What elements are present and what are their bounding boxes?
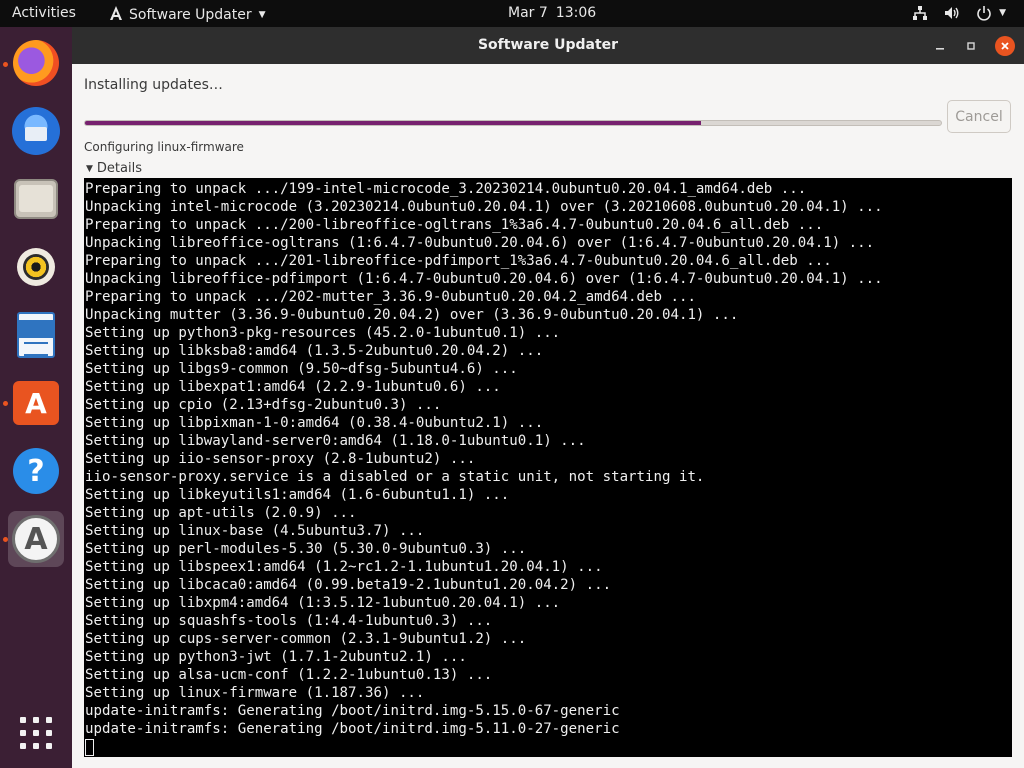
dock-item-help[interactable]: ?	[8, 443, 64, 499]
software-updater-icon: A	[12, 515, 60, 563]
libreoffice-writer-icon	[17, 312, 55, 358]
terminal-line: Setting up perl-modules-5.30 (5.30.0-9ub…	[85, 541, 527, 557]
app-menu-label: Software Updater	[129, 6, 252, 23]
files-icon	[14, 179, 58, 219]
clock-time: 13:06	[555, 5, 597, 21]
terminal-line: Preparing to unpack .../202-mutter_3.36.…	[85, 289, 696, 305]
chevron-down-icon: ▼	[999, 8, 1006, 18]
triangle-down-icon: ▼	[86, 163, 93, 174]
terminal-line: Setting up libkeyutils1:amd64 (1.6-6ubun…	[85, 487, 510, 503]
maximize-icon	[967, 42, 975, 50]
close-icon	[1001, 42, 1009, 50]
dock-item-software-updater[interactable]: A	[8, 511, 64, 567]
terminal-line: Setting up cpio (2.13+dfsg-2ubuntu0.3) .…	[85, 397, 442, 413]
terminal-line: Preparing to unpack .../199-intel-microc…	[85, 181, 807, 197]
dock-item-rhythmbox[interactable]	[8, 239, 64, 295]
dock: A ? A	[0, 27, 72, 768]
app-menu[interactable]: Software Updater ▼	[108, 5, 266, 24]
terminal-line: Setting up alsa-ucm-conf (1.2.2-1ubuntu0…	[85, 667, 493, 683]
clock-date: Mar 7	[508, 5, 548, 21]
system-tray[interactable]: ▼	[911, 4, 1006, 22]
terminal-line: Preparing to unpack .../200-libreoffice-…	[85, 217, 824, 233]
close-button[interactable]	[995, 36, 1015, 56]
chevron-down-icon: ▼	[258, 9, 266, 20]
dock-item-thunderbird[interactable]	[8, 103, 64, 159]
details-expander[interactable]: ▼ Details	[86, 161, 142, 176]
ubuntu-software-icon: A	[13, 381, 59, 425]
terminal-line: Setting up cups-server-common (2.3.1-9ub…	[85, 631, 527, 647]
cancel-button[interactable]: Cancel	[947, 100, 1011, 133]
terminal-line: Setting up libexpat1:amd64 (2.2.9-1ubunt…	[85, 379, 501, 395]
top-bar: Activities Software Updater ▼ Mar 7 13:06…	[0, 0, 1024, 27]
current-action: Configuring linux-firmware	[84, 140, 244, 154]
terminal-line: Preparing to unpack .../201-libreoffice-…	[85, 253, 832, 269]
software-updater-icon	[108, 5, 124, 24]
volume-icon[interactable]	[943, 4, 961, 22]
minimize-icon	[936, 48, 944, 50]
dock-item-writer[interactable]	[8, 307, 64, 363]
minimize-button[interactable]	[930, 36, 950, 56]
terminal-line: iio-sensor-proxy.service is a disabled o…	[85, 469, 705, 485]
terminal-line: Setting up python3-jwt (1.7.1-2ubuntu2.1…	[85, 649, 467, 665]
terminal-line: update-initramfs: Generating /boot/initr…	[85, 721, 620, 737]
status-title: Installing updates…	[84, 77, 223, 93]
terminal-line: Unpacking libreoffice-pdfimport (1:6.4.7…	[85, 271, 883, 287]
dock-item-files[interactable]	[8, 171, 64, 227]
activities-button[interactable]: Activities	[12, 5, 76, 21]
terminal-line: Setting up linux-firmware (1.187.36) ...	[85, 685, 425, 701]
clock[interactable]: Mar 7 13:06	[508, 5, 596, 21]
terminal-line: update-initramfs: Generating /boot/initr…	[85, 703, 620, 719]
terminal-line: Setting up libcaca0:amd64 (0.99.beta19-2…	[85, 577, 612, 593]
power-icon[interactable]	[975, 4, 993, 22]
terminal-line: Setting up linux-base (4.5ubuntu3.7) ...	[85, 523, 425, 539]
terminal-output[interactable]: Preparing to unpack .../199-intel-microc…	[84, 178, 1012, 757]
terminal-line: Setting up libgs9-common (9.50~dfsg-5ubu…	[85, 361, 518, 377]
terminal-line: Setting up libksba8:amd64 (1.3.5-2ubuntu…	[85, 343, 544, 359]
progress-bar	[84, 120, 942, 126]
firefox-icon	[13, 40, 59, 86]
terminal-line: Unpacking libreoffice-ogltrans (1:6.4.7-…	[85, 235, 875, 251]
terminal-line: Unpacking intel-microcode (3.20230214.0u…	[85, 199, 883, 215]
dock-item-ubuntu-software[interactable]: A	[8, 375, 64, 431]
terminal-line: Setting up iio-sensor-proxy (2.8-1ubuntu…	[85, 451, 476, 467]
help-icon: ?	[13, 448, 59, 494]
terminal-line: Setting up libspeex1:amd64 (1.2~rc1.2-1.…	[85, 559, 603, 575]
terminal-lines: Preparing to unpack .../199-intel-microc…	[84, 178, 1012, 757]
terminal-line: Setting up libpixman-1-0:amd64 (0.38.4-0…	[85, 415, 544, 431]
show-applications-button[interactable]	[8, 705, 64, 761]
network-icon[interactable]	[911, 4, 929, 22]
window-titlebar[interactable]: Software Updater	[72, 27, 1024, 64]
dock-item-firefox[interactable]	[8, 35, 64, 91]
rhythmbox-icon	[17, 248, 55, 286]
terminal-line: Setting up libxpm4:amd64 (1:3.5.12-1ubun…	[85, 595, 561, 611]
progress-fill	[85, 121, 702, 125]
terminal-cursor	[85, 739, 94, 756]
software-updater-window: Software Updater Installing updates… Can…	[72, 27, 1024, 768]
thunderbird-icon	[12, 107, 60, 155]
terminal-line: Setting up python3-pkg-resources (45.2.0…	[85, 325, 561, 341]
window-title: Software Updater	[477, 37, 619, 53]
grid-icon	[20, 717, 52, 749]
terminal-line: Unpacking mutter (3.36.9-0ubuntu0.20.04.…	[85, 307, 739, 323]
terminal-line: Setting up squashfs-tools (1:4.4-1ubuntu…	[85, 613, 493, 629]
maximize-button[interactable]	[961, 36, 981, 56]
terminal-line: Setting up libwayland-server0:amd64 (1.1…	[85, 433, 586, 449]
details-label: Details	[96, 161, 142, 176]
terminal-line: Setting up apt-utils (2.0.9) ...	[85, 505, 357, 521]
